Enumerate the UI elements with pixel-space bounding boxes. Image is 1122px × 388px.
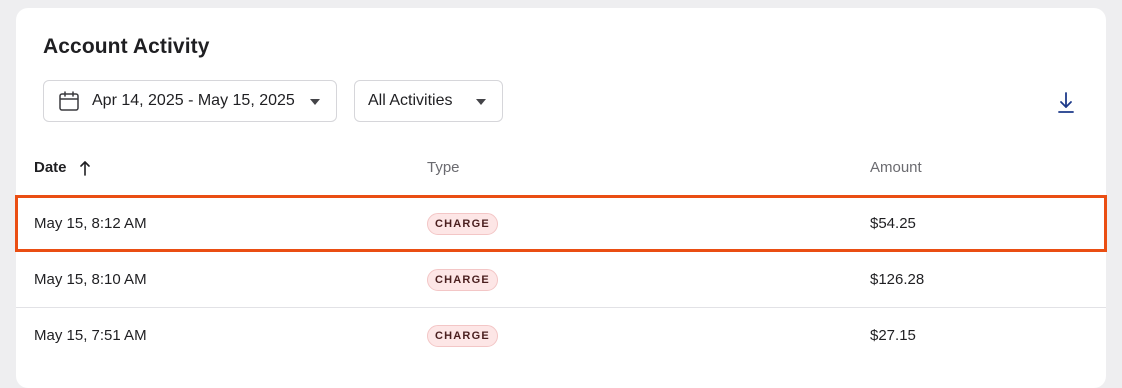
charge-badge: CHARGE bbox=[427, 213, 498, 235]
row-amount: $27.15 bbox=[870, 327, 916, 344]
column-header-date-label: Date bbox=[34, 159, 67, 176]
chevron-down-icon bbox=[310, 99, 320, 105]
account-activity-card: Account Activity Apr 14, 2025 - May 15, … bbox=[16, 8, 1106, 388]
date-range-label: Apr 14, 2025 - May 15, 2025 bbox=[92, 92, 295, 109]
column-header-amount: Amount bbox=[870, 159, 922, 176]
chevron-down-icon bbox=[476, 99, 486, 105]
row-date: May 15, 8:12 AM bbox=[34, 215, 147, 232]
row-amount: $126.28 bbox=[870, 271, 925, 288]
activity-type-label: All Activities bbox=[368, 92, 453, 109]
row-amount: $54.25 bbox=[870, 215, 916, 232]
charge-badge: CHARGE bbox=[427, 325, 498, 347]
download-icon[interactable] bbox=[1054, 91, 1078, 115]
column-header-type: Type bbox=[427, 159, 460, 176]
charge-badge: CHARGE bbox=[427, 269, 498, 291]
column-header-date[interactable]: Date bbox=[34, 159, 91, 176]
date-range-dropdown[interactable]: Apr 14, 2025 - May 15, 2025 bbox=[43, 80, 337, 122]
activity-type-dropdown[interactable]: All Activities bbox=[354, 80, 503, 122]
table-row[interactable]: May 15, 8:12 AM CHARGE $54.25 bbox=[16, 195, 1106, 251]
arrow-up-icon bbox=[79, 160, 91, 176]
table-header: Date Type Amount bbox=[16, 148, 1106, 188]
table-row[interactable]: May 15, 8:10 AM CHARGE $126.28 bbox=[16, 251, 1106, 307]
row-date: May 15, 8:10 AM bbox=[34, 271, 147, 288]
calendar-icon bbox=[58, 90, 80, 112]
page-title: Account Activity bbox=[43, 35, 210, 58]
row-date: May 15, 7:51 AM bbox=[34, 327, 147, 344]
table-row[interactable]: May 15, 7:51 AM CHARGE $27.15 bbox=[16, 307, 1106, 363]
